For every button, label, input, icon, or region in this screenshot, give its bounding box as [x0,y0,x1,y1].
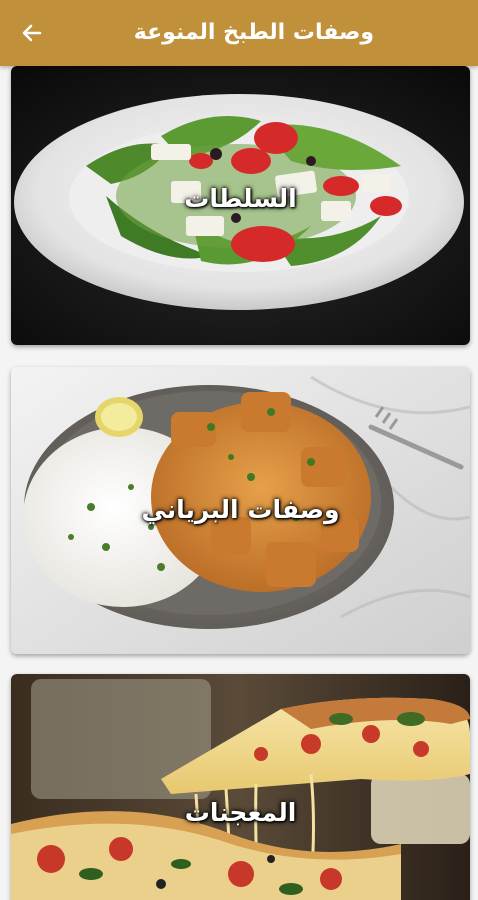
category-list[interactable]: السلطات وصفات البرياني المعجنات [0,66,478,900]
category-label: وصفات البرياني [141,495,340,524]
page-title: وصفات الطبخ المنوعة [133,20,374,45]
category-card-biryani[interactable]: وصفات البرياني [11,367,470,654]
app-bar: وصفات الطبخ المنوعة [0,0,478,66]
category-card-pastries[interactable]: المعجنات [11,674,470,900]
arrow-left-icon [22,24,42,42]
category-label: المعجنات [184,798,297,827]
back-button[interactable] [14,15,50,51]
category-card-salads[interactable]: السلطات [11,66,470,345]
category-label: السلطات [184,184,297,213]
pizza-image [11,674,470,900]
